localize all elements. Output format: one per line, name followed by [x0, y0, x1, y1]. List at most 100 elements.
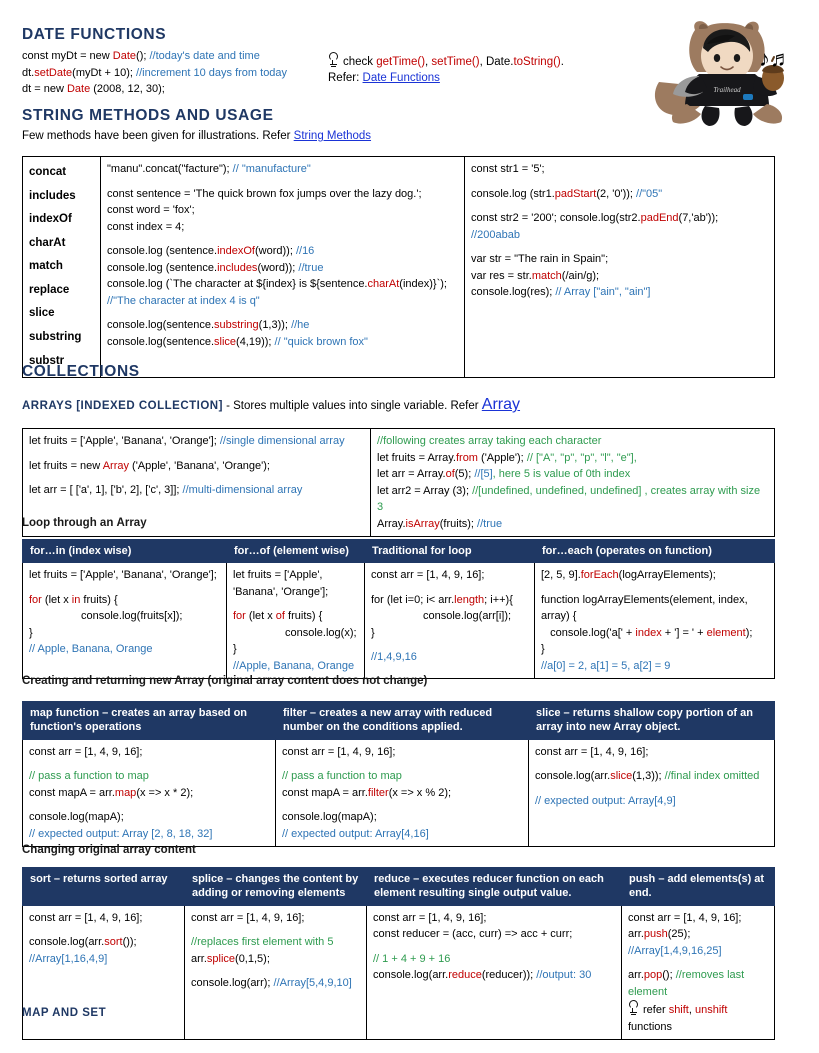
code-spacer [541, 584, 768, 592]
code-spacer [29, 450, 364, 458]
code-line: var str = "The rain in Spain"; [471, 253, 609, 265]
loop-header-2: Traditional for loop [364, 538, 535, 564]
code-line: console.log (`The character at ${index} … [107, 278, 447, 290]
code-line: let fruits = ['Apple', 'Banana', 'Orange… [233, 569, 329, 598]
code-line: } [233, 643, 237, 656]
chg-header-2: reduce – executes reducer function on ea… [366, 867, 622, 906]
cheatsheet-page: Trailhead ♪♬ DATE FUNCTIONS const myDt =… [0, 0, 819, 1053]
string-method-slice: slice [29, 307, 55, 320]
code-line: console.log(arr.slice(1,3)); //final ind… [535, 770, 760, 783]
refer-label: Refer: [328, 72, 360, 84]
collections-title: COLLECTIONS [22, 363, 140, 380]
code-spacer [471, 178, 768, 186]
code-line: //following creates array taking each ch… [377, 435, 602, 447]
code-line: const arr = [1, 4, 9, 16]; [373, 911, 487, 924]
code-spacer [371, 641, 528, 649]
code-line: Array.isArray(fruits); //true [377, 517, 503, 530]
code-line: console.log(arr.reduce(reducer)); //outp… [373, 969, 592, 982]
code-line: arr.pop(); //removes last element [628, 969, 745, 998]
code-spacer [107, 309, 458, 317]
loop-cell-2: const arr = [1, 4, 9, 16]; for (let i=0; … [364, 562, 535, 680]
code-line: //"The character at index 4 is q" [107, 294, 260, 307]
string-method-replace: replace [29, 283, 70, 296]
code-spacer [373, 943, 615, 951]
code-spacer [628, 959, 768, 967]
arrays-create-cell: //following creates array taking each ch… [370, 428, 775, 537]
string-method-substring: substring [29, 330, 82, 343]
newarr-header-2: slice – returns shallow copy portion of … [528, 701, 775, 740]
chg-header-1: splice – changes the content by adding o… [184, 867, 367, 906]
loop-table: for…in (index wise) for…of (element wise)… [22, 538, 775, 680]
string-method-match: match [29, 260, 63, 273]
code-line: } [371, 626, 375, 639]
code-spacer [471, 202, 768, 210]
code-line: console.log (sentence.includes(word)); /… [107, 261, 324, 274]
code-line: let fruits = ['Apple', 'Banana', 'Orange… [29, 569, 217, 582]
code-spacer [29, 801, 269, 809]
code-spacer [191, 967, 360, 975]
code-line: for (let x in fruits) { [29, 593, 118, 606]
string-methods-link[interactable]: String Methods [294, 130, 371, 142]
code-line: function logArrayElements(element, index… [541, 593, 748, 623]
loop-cell-1: let fruits = ['Apple', 'Banana', 'Orange… [226, 562, 365, 680]
code-line: arr.splice(0,1,5); [191, 952, 270, 965]
code-line: console.log (str1.padStart(2, '0')); //"… [471, 187, 663, 200]
lightbulb-icon [628, 1000, 640, 1017]
date-functions-title: DATE FUNCTIONS [22, 26, 167, 43]
code-line: [2, 5, 9].forEach(logArrayElements); [541, 569, 716, 582]
code-line: for (let i=0; i< arr.length; i++){ [371, 593, 513, 606]
code-line: const str2 = '200'; console.log(str2.pad… [471, 212, 719, 224]
code-line: console.log(x); [285, 626, 357, 639]
code-line: console.log(arr.sort()); [29, 936, 137, 949]
code-line: const mapA = arr.map(x => x * 2); [29, 786, 194, 799]
code-line: var res = str.match(/ain/g); [471, 269, 600, 282]
code-line: refer shift, unshift functions [628, 1000, 768, 1035]
code-line: console.log(fruits[x]); [81, 610, 183, 623]
chg-cell-2: const arr = [1, 4, 9, 16]; const reducer … [366, 904, 622, 1041]
array-link[interactable]: Array [482, 396, 520, 413]
code-line: } [29, 626, 33, 639]
lightbulb-icon [328, 52, 340, 69]
code-spacer [371, 584, 528, 592]
code-line: //200abab [471, 228, 520, 241]
string-method-concat: concat [29, 166, 67, 178]
music-notes-icon: ♪♬ [759, 46, 792, 71]
chg-cell-0: const arr = [1, 4, 9, 16]; console.log(ar… [22, 904, 185, 1041]
code-line: console.log(arr[i]); [423, 610, 512, 623]
code-spacer [107, 235, 458, 243]
astro-squirrel-mascot: Trailhead ♪♬ [651, 14, 801, 132]
date-functions-link[interactable]: Date Functions [363, 72, 440, 84]
code-line: console.log(arr); //Array[5,4,9,10] [191, 977, 352, 990]
code-line: const arr = [1, 4, 9, 16]; [371, 569, 485, 582]
loop-header-1: for…of (element wise) [226, 538, 365, 564]
code-line: // 1 + 4 + 9 + 16 [373, 952, 451, 965]
code-line: console.log(sentence.substring(1,3)); //… [107, 319, 310, 331]
code-line: //1,4,9,16 [371, 651, 417, 664]
code-line: const arr = [1, 4, 9, 16]; [282, 745, 396, 758]
code-line: const arr = [1, 4, 9, 16]; [29, 911, 143, 924]
code-line: const str1 = '5'; [471, 163, 545, 175]
string-methods-pad-cell: const str1 = '5'; console.log (str1.padSt… [464, 155, 775, 379]
arrays-heading-line: ARRAYS [INDEXED COLLECTION] - Stores mul… [22, 396, 521, 413]
code-line: // pass a function to map [282, 770, 402, 783]
date-tip-block: check getTime(), setTime(), Date.toStrin… [328, 52, 628, 84]
code-line: const arr = [1, 4, 9, 16]; [191, 911, 305, 924]
change-array-caption: Changing original array content [22, 844, 196, 856]
chg-header-3: push – add elements(s) at end. [621, 867, 775, 906]
string-methods-subtitle: Few methods have been given for illustra… [22, 130, 372, 142]
loop-cell-0: let fruits = ['Apple', 'Banana', 'Orange… [22, 562, 227, 680]
code-line: //a[0] = 2, a[1] = 5, a[2] = 9 [541, 659, 671, 672]
code-line: arr.push(25); //Array[1,4,9,16,25] [628, 928, 722, 957]
code-spacer [535, 785, 768, 793]
string-method-charat: charAt [29, 236, 66, 249]
code-spacer [233, 600, 358, 608]
code-line: let fruits = Array.from ('Apple'); // ["… [377, 451, 637, 464]
code-spacer [191, 926, 360, 934]
string-methods-title: STRING METHODS AND USAGE [22, 107, 274, 124]
code-line: console.log('a[' + index + '] = ' + elem… [541, 626, 753, 639]
code-line: "manu".concat("facture"); // "manufactur… [107, 163, 311, 175]
code-spacer [282, 801, 522, 809]
code-line: for (let x of fruits) { [233, 610, 323, 623]
newarr-cell-0: const arr = [1, 4, 9, 16]; // pass a func… [22, 738, 276, 848]
code-line: const sentence = 'The quick brown fox ju… [107, 187, 422, 200]
